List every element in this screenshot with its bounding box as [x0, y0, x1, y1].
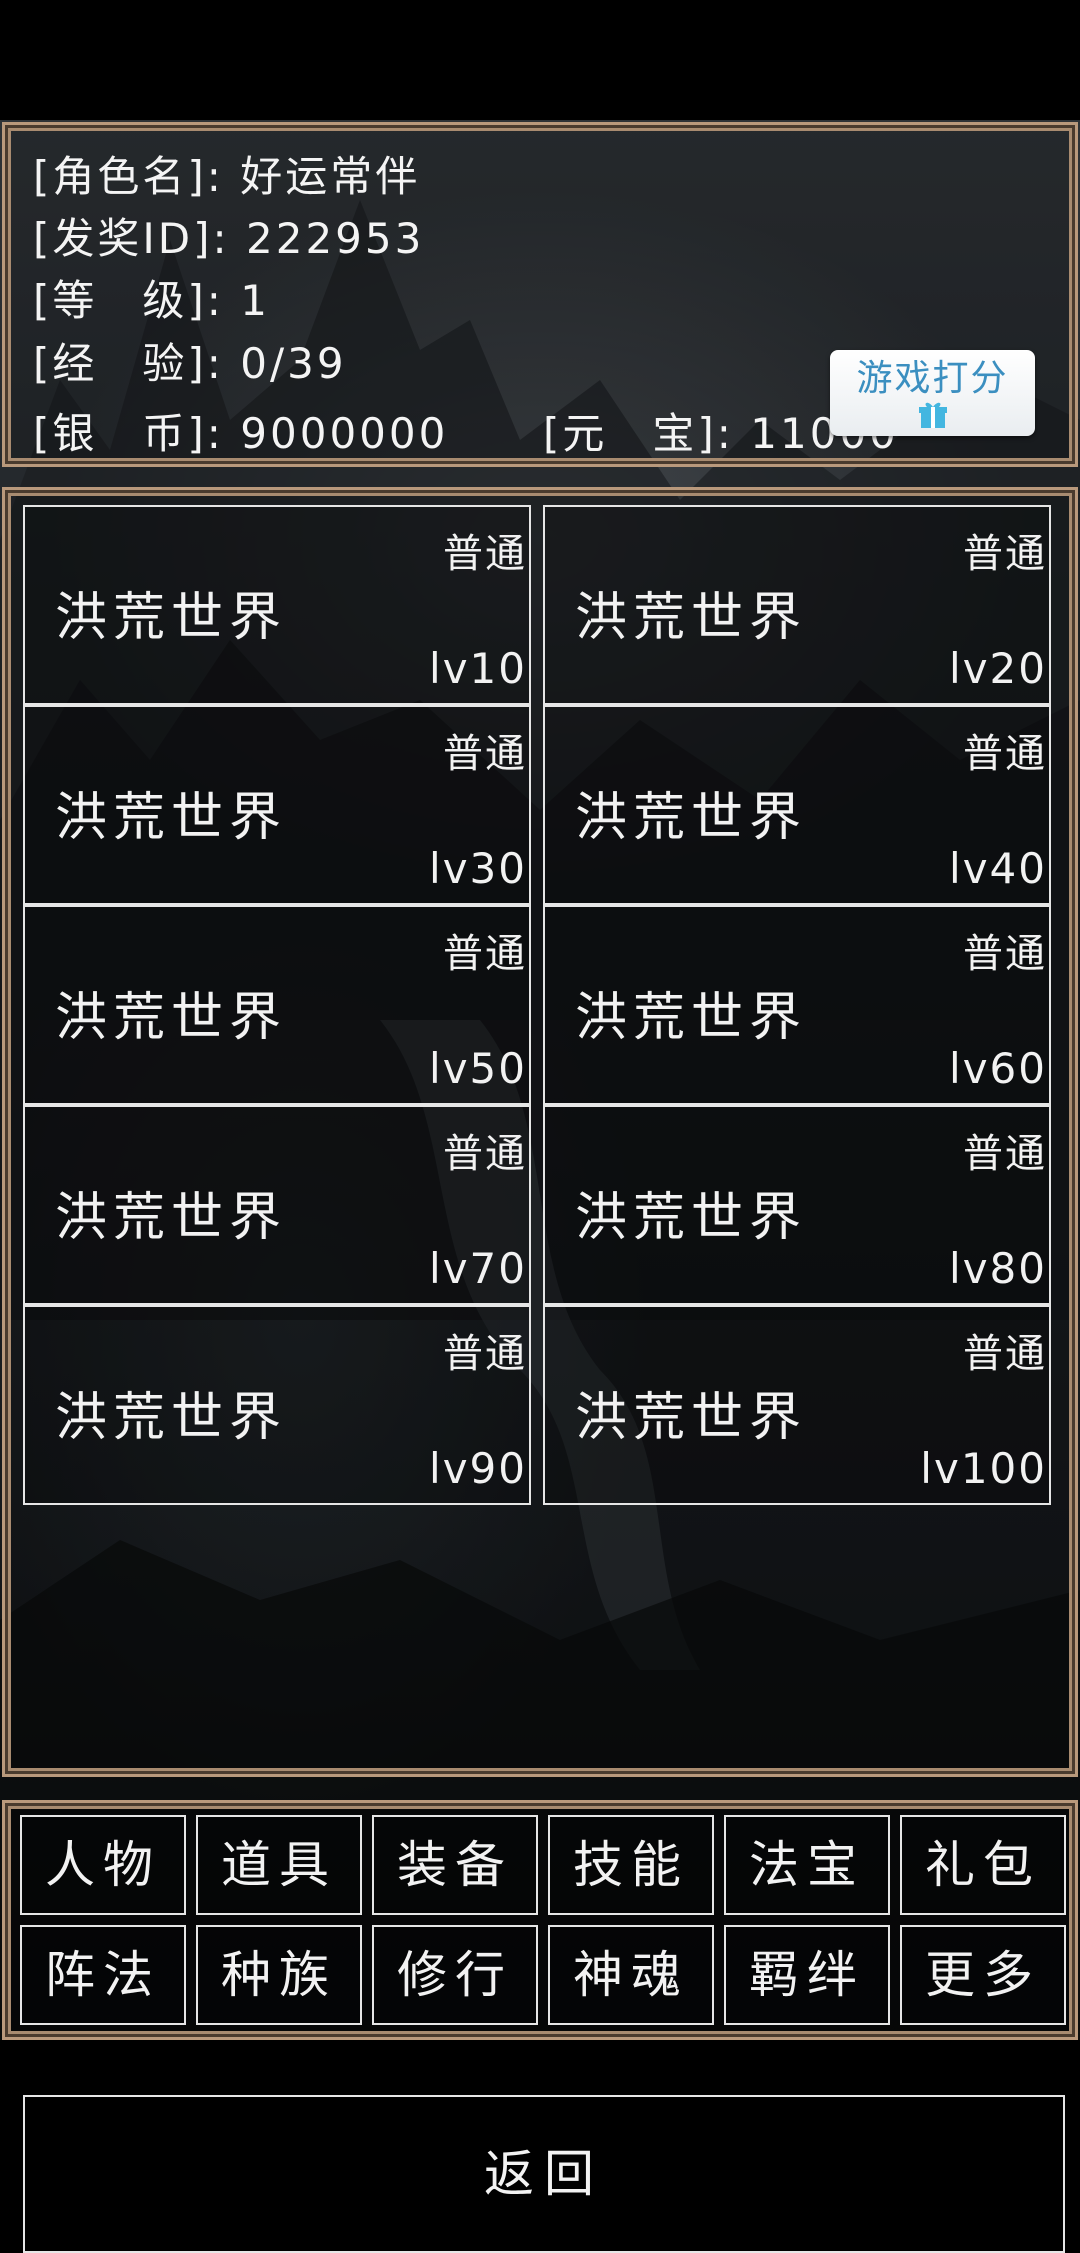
map-name: 洪荒世界 — [575, 1388, 808, 1448]
nav-formation-button[interactable]: 阵法 — [20, 1925, 186, 2025]
player-name: [角色名]: 好运常伴 — [33, 152, 421, 201]
map-cell[interactable]: 普通洪荒世界 lv60 — [543, 905, 1051, 1105]
map-level: lv40 — [949, 844, 1047, 893]
nav-items-button[interactable]: 道具 — [196, 1815, 362, 1915]
map-difficulty: 普通 — [963, 731, 1047, 777]
map-cell[interactable]: 普通洪荒世界 lv80 — [543, 1105, 1051, 1305]
nav-soul-button[interactable]: 神魂 — [548, 1925, 714, 2025]
map-difficulty: 普通 — [443, 731, 527, 777]
map-cell[interactable]: 普通洪荒世界 lv40 — [543, 705, 1051, 905]
map-name: 洪荒世界 — [55, 588, 288, 648]
map-name: 洪荒世界 — [575, 988, 808, 1048]
rate-game-label: 游戏打分 — [856, 358, 1009, 399]
bottom-nav: 人物 道具 装备 技能 法宝 礼包阵法 种族 修行 神魂 羁绊 更多 — [2, 1800, 1078, 2040]
map-difficulty: 普通 — [963, 531, 1047, 577]
map-difficulty: 普通 — [443, 1131, 527, 1177]
map-cell[interactable]: 普通洪荒世界 lv10 — [23, 505, 531, 705]
map-name: 洪荒世界 — [575, 588, 808, 648]
player-exp: [经 验]: 0/39 — [33, 339, 347, 388]
map-level: lv10 — [429, 644, 527, 693]
map-select-panel: 普通 洪荒世界 lv10 普通 洪荒世界 lv20 普通 洪荒世界 lv30 普通 洪荒世界 lv40… — [2, 487, 1078, 2253]
map-difficulty: 普通 — [963, 1331, 1047, 1377]
nav-race-button[interactable]: 种族 — [196, 1925, 362, 2025]
map-name: 洪荒世界 — [575, 788, 808, 848]
map-cell[interactable]: 普通洪荒世界 lv100 — [543, 1305, 1051, 1505]
player-info-panel: [角色名]: 好运常伴 [发奖ID]: 222953 [等 级]: 1 [经 验… — [2, 122, 1078, 467]
map-name: 洪荒世界 — [55, 1388, 288, 1448]
map-level: lv20 — [949, 644, 1047, 693]
player-level: [等 级]: 1 — [33, 276, 270, 325]
nav-gift-pack-button[interactable]: 礼包 — [900, 1815, 1066, 1915]
nav-skills-button[interactable]: 技能 — [548, 1815, 714, 1915]
nav-character-button[interactable]: 人物 — [20, 1815, 186, 1915]
map-level: lv30 — [429, 844, 527, 893]
map-difficulty: 普通 — [443, 931, 527, 977]
nav-bond-button[interactable]: 羁绊 — [724, 1925, 890, 2025]
map-difficulty: 普通 — [963, 931, 1047, 977]
map-level: lv80 — [949, 1244, 1047, 1293]
map-difficulty: 普通 — [443, 1331, 527, 1377]
nav-equipment-button[interactable]: 装备 — [372, 1815, 538, 1915]
map-cell[interactable]: 普通洪荒世界 lv50 — [23, 905, 531, 1105]
map-cell[interactable]: 普通洪荒世界 lv30 — [23, 705, 531, 905]
map-level: lv50 — [429, 1044, 527, 1093]
nav-cultivation-button[interactable]: 修行 — [372, 1925, 538, 2025]
map-difficulty: 普通 — [963, 1131, 1047, 1177]
map-name: 洪荒世界 — [55, 1188, 288, 1248]
map-level: lv90 — [429, 1444, 527, 1493]
map-level: lv60 — [949, 1044, 1047, 1093]
map-name: 洪荒世界 — [55, 788, 288, 848]
nav-treasure-button[interactable]: 法宝 — [724, 1815, 890, 1915]
map-cell[interactable]: 普通洪荒世界 lv70 — [23, 1105, 531, 1305]
gift-icon — [919, 402, 947, 428]
player-silver: [银 币]: 9000000 — [33, 409, 449, 458]
map-name: 洪荒世界 — [55, 988, 288, 1048]
nav-more-button[interactable]: 更多 — [900, 1925, 1066, 2025]
map-name: 洪荒世界 — [575, 1188, 808, 1248]
map-level: lv70 — [429, 1244, 527, 1293]
rate-game-button[interactable]: 游戏打分 — [830, 350, 1035, 436]
back-button[interactable]: 返回 — [23, 2095, 1065, 2253]
player-reward-id: [发奖ID]: 222953 — [33, 214, 425, 263]
map-level: lv100 — [920, 1444, 1047, 1493]
map-difficulty: 普通 — [443, 531, 527, 577]
map-cell[interactable]: 普通洪荒世界 lv90 — [23, 1305, 531, 1505]
map-cell[interactable]: 普通洪荒世界 lv20 — [543, 505, 1051, 705]
